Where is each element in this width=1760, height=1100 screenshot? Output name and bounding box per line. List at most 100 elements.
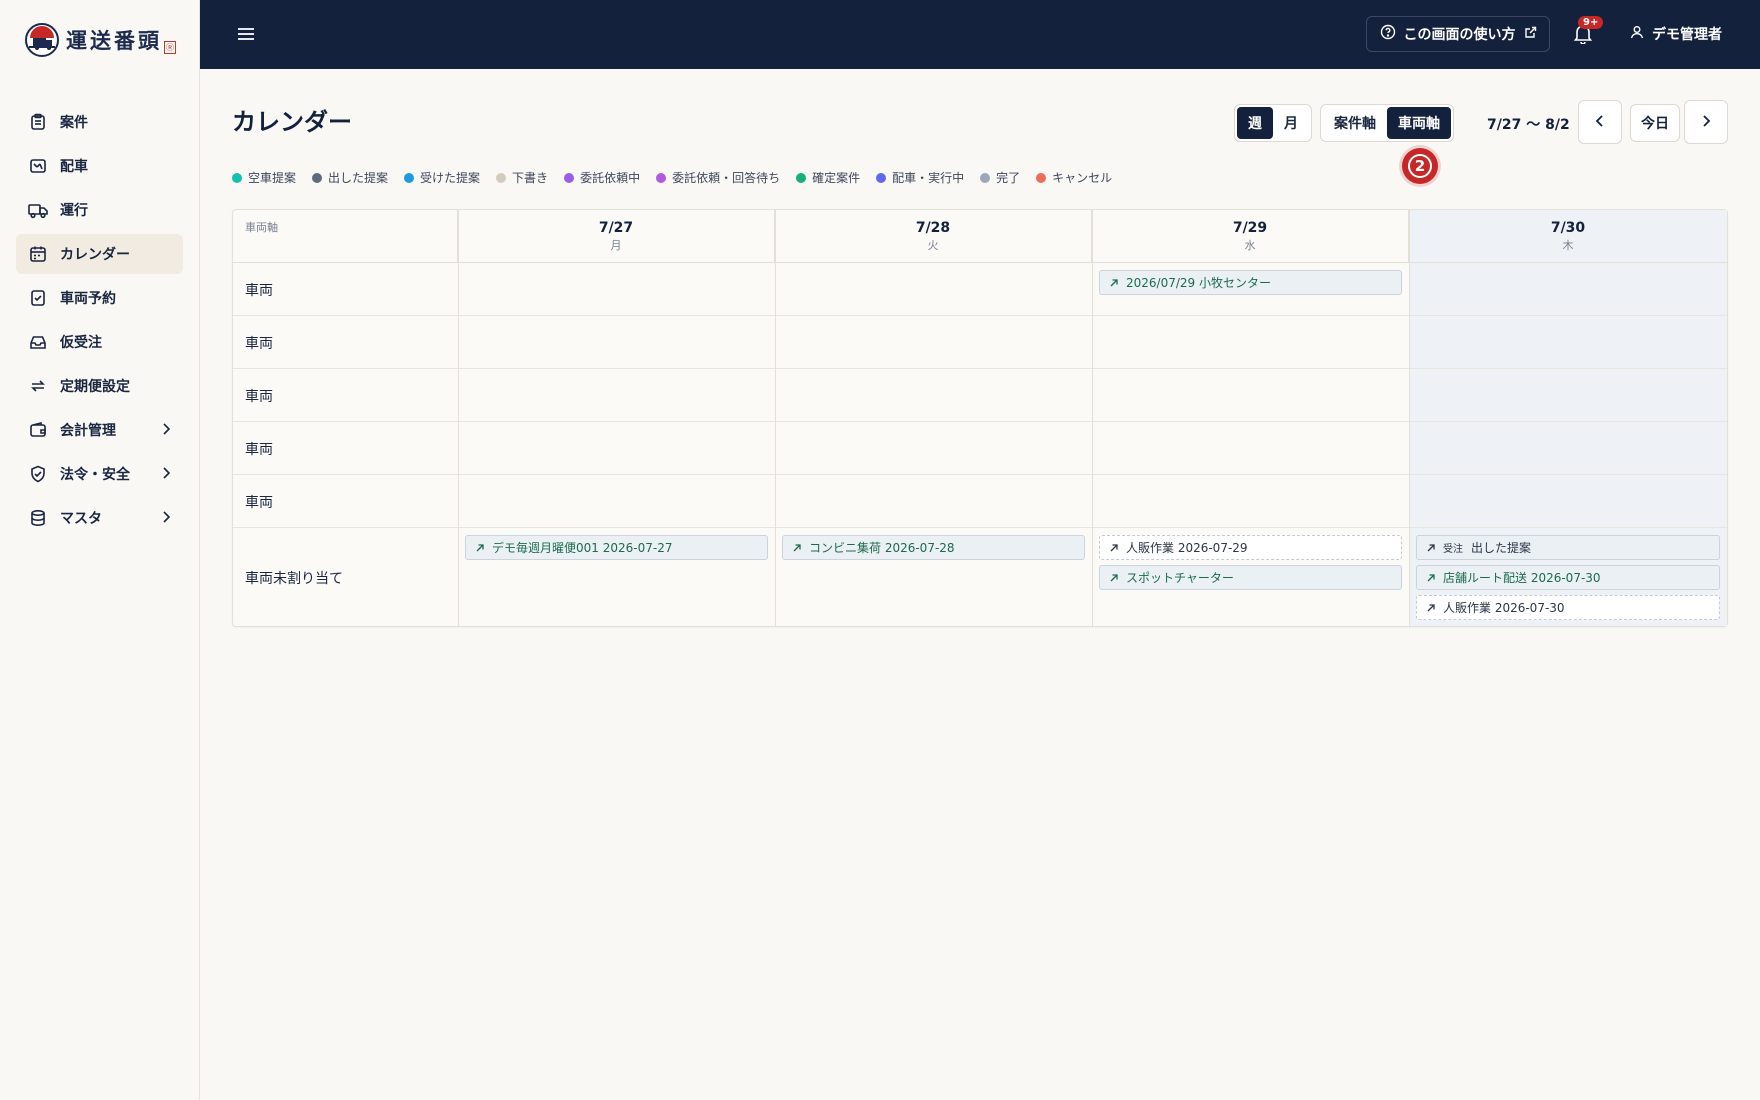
- calendar-event-draft[interactable]: 人販作業 2026-07-29: [1099, 535, 1402, 560]
- arrow-up-right-icon: [791, 542, 803, 554]
- top-header: この画面の使い方 9+ デモ管理者: [200, 0, 1760, 69]
- clipboard-icon: [28, 112, 48, 132]
- calendar-event[interactable]: 受注 出した提案: [1416, 535, 1720, 560]
- page-title: カレンダー: [232, 108, 352, 136]
- legend-item: 完了: [980, 169, 1020, 186]
- today-button[interactable]: 今日: [1630, 104, 1680, 142]
- logo-truck-icon: [24, 22, 60, 58]
- day-date: 7/30: [1550, 220, 1586, 236]
- sidebar-item-label: 案件: [60, 115, 88, 131]
- axis-header-cell: 車両軸: [233, 210, 458, 263]
- event-label: スポットチャーター: [1126, 571, 1234, 585]
- arrow-up-right-icon: [1108, 572, 1120, 584]
- chevron-left-icon: [1595, 113, 1605, 132]
- app-logo[interactable]: 運送番頭 Ⓡ: [0, 0, 199, 80]
- user-icon: [1630, 25, 1644, 43]
- next-week-button[interactable]: [1684, 100, 1728, 144]
- notification-badge: 9+: [1578, 16, 1604, 29]
- calendar-event[interactable]: 店舗ルート配送 2026-07-30: [1416, 565, 1720, 590]
- calendar-grid: 車両軸 7/27 月 7/28 火 7/29 水 7/30 木 車両 車両 車両…: [232, 209, 1728, 627]
- user-menu[interactable]: デモ管理者: [1630, 24, 1722, 44]
- help-circle-icon: [1380, 24, 1396, 44]
- day-weekday: 水: [1244, 239, 1256, 252]
- arrow-up-right-icon: [1108, 542, 1120, 554]
- vehicle-row-label: 車両: [245, 389, 273, 405]
- day-header[interactable]: 7/27 月: [458, 210, 775, 263]
- sidebar-item-label: 車両予約: [60, 291, 116, 307]
- chart-truck-icon: [28, 156, 48, 176]
- calendar-event[interactable]: デモ毎週月曜便001 2026-07-27: [465, 535, 768, 560]
- legend-label: 完了: [996, 171, 1021, 185]
- sidebar-item-cases[interactable]: 案件: [16, 102, 183, 142]
- legend-label: 確定案件: [812, 171, 861, 185]
- help-button-label: この画面の使い方: [1403, 27, 1516, 43]
- legend-dot: [312, 172, 323, 183]
- legend-label: 受けた提案: [420, 171, 481, 185]
- sidebar-item-vehicle-reservation[interactable]: 車両予約: [16, 278, 183, 318]
- tab-vehicle-axis[interactable]: 車両軸: [1387, 107, 1451, 139]
- tab-month[interactable]: 月: [1273, 107, 1309, 139]
- vehicle-row-label: 車両: [245, 283, 273, 299]
- legend-dot: [232, 172, 242, 183]
- calendar-event-draft[interactable]: 人販作業 2026-07-30: [1416, 595, 1720, 620]
- chevron-right-icon: [161, 510, 171, 528]
- logo-seal: Ⓡ: [164, 40, 176, 54]
- sidebar-item-regular-service[interactable]: 定期便設定: [16, 366, 183, 406]
- chevron-right-icon: [1701, 113, 1711, 132]
- arrow-up-right-icon: [1108, 277, 1120, 289]
- sidebar-item-master[interactable]: マスタ: [16, 498, 183, 538]
- arrow-up-right-icon: [1425, 572, 1437, 584]
- sidebar-item-calendar[interactable]: カレンダー: [16, 234, 183, 274]
- legend-label: 委託依頼・回答待ち: [672, 171, 781, 185]
- calendar-event[interactable]: スポットチャーター: [1099, 565, 1402, 590]
- legend-item: キャンセル: [1036, 169, 1112, 186]
- sidebar-item-operation[interactable]: 運行: [16, 190, 183, 230]
- sidebar-item-provisional-order[interactable]: 仮受注: [16, 322, 183, 362]
- unassigned-row-label: 車両未割り当て: [245, 571, 343, 587]
- menu-icon[interactable]: [236, 24, 256, 44]
- legend-item: 確定案件: [796, 169, 860, 186]
- help-button[interactable]: この画面の使い方: [1366, 16, 1550, 52]
- day-weekday: 月: [610, 239, 622, 252]
- calendar-icon: [28, 244, 48, 264]
- event-label: 出した提案: [1471, 541, 1532, 555]
- legend-dot: [980, 172, 991, 183]
- vehicle-row-label: 車両: [245, 442, 273, 458]
- day-header[interactable]: 7/29 水: [1092, 210, 1409, 263]
- legend-item: 配車・実行中: [876, 169, 964, 186]
- legend-dot: [876, 172, 887, 183]
- event-label: 店舗ルート配送 2026-07-30: [1443, 571, 1601, 585]
- legend-label: 下書き: [512, 171, 549, 185]
- sidebar-item-label: 定期便設定: [60, 379, 130, 395]
- tab-case-axis[interactable]: 案件軸: [1323, 107, 1387, 139]
- day-date: 7/28: [915, 220, 951, 236]
- column-divider: [458, 210, 459, 626]
- sidebar-item-label: 会計管理: [60, 423, 116, 439]
- arrow-up-right-icon: [474, 542, 486, 554]
- axis-label: 車両軸: [245, 221, 278, 234]
- legend-item: 受けた提案: [404, 169, 480, 186]
- repeat-icon: [28, 376, 48, 396]
- calendar-event[interactable]: コンビニ集荷 2026-07-28: [782, 535, 1085, 560]
- sidebar-nav: 案件 配車 運行 カレンダー 車両予約 仮受注 定期便設定 会計管理 法令・安全…: [0, 102, 199, 538]
- database-icon: [28, 508, 48, 528]
- event-tag: 受注: [1443, 544, 1463, 555]
- chevron-right-icon: [161, 422, 171, 440]
- legend-item: 下書き: [496, 169, 548, 186]
- truck-icon: [28, 200, 48, 220]
- legend-label: 空車提案: [248, 171, 297, 185]
- tab-week[interactable]: 週: [1237, 107, 1273, 139]
- prev-week-button[interactable]: [1578, 100, 1622, 144]
- arrow-up-right-icon: [1425, 542, 1437, 554]
- legend-dot: [796, 172, 807, 183]
- legend-label: 出した提案: [328, 171, 389, 185]
- legend-dot: [656, 172, 667, 183]
- event-label: コンビニ集荷 2026-07-28: [809, 541, 955, 555]
- sidebar-item-accounting[interactable]: 会計管理: [16, 410, 183, 450]
- day-header[interactable]: 7/28 火: [775, 210, 1092, 263]
- calendar-event[interactable]: 2026/07/29 小牧センター: [1099, 270, 1402, 295]
- sidebar-item-dispatch[interactable]: 配車: [16, 146, 183, 186]
- shield-icon: [28, 464, 48, 484]
- sidebar-item-compliance[interactable]: 法令・安全: [16, 454, 183, 494]
- day-header-today[interactable]: 7/30 木: [1409, 210, 1727, 263]
